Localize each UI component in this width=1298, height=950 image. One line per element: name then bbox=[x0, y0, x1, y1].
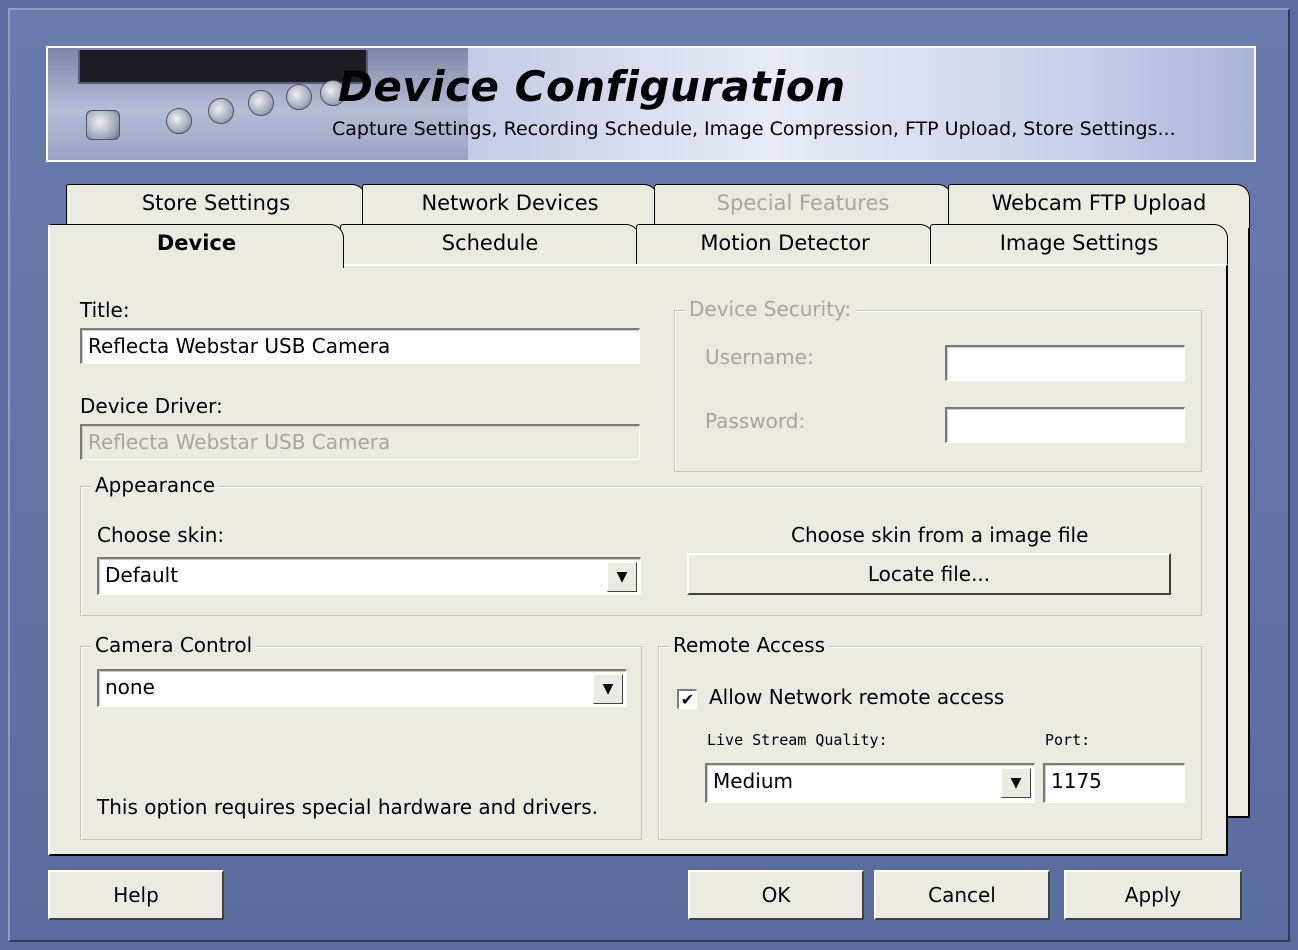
help-button[interactable]: Help bbox=[48, 870, 224, 920]
title-label: Title: bbox=[80, 298, 130, 322]
tool-icon bbox=[286, 84, 312, 110]
camera-control-value: none bbox=[105, 675, 155, 699]
tool-icon bbox=[166, 108, 192, 134]
tab-motion-detector[interactable]: Motion Detector bbox=[636, 224, 934, 266]
allow-remote-access-checkbox[interactable]: ✔ bbox=[677, 689, 697, 709]
live-stream-quality-select[interactable]: Medium ▼ bbox=[705, 763, 1035, 803]
cancel-button[interactable]: Cancel bbox=[874, 870, 1050, 920]
tab-schedule[interactable]: Schedule bbox=[340, 224, 640, 266]
chevron-down-icon[interactable]: ▼ bbox=[607, 562, 637, 592]
username-input[interactable] bbox=[945, 345, 1185, 381]
locate-file-button[interactable]: Locate file... bbox=[687, 553, 1171, 595]
camera-control-label: Camera Control bbox=[91, 633, 257, 657]
chevron-down-icon[interactable]: ▼ bbox=[593, 674, 623, 704]
tool-icon bbox=[248, 90, 274, 116]
preview-screen bbox=[78, 50, 368, 84]
camera-control-group: Camera Control none ▼ This option requir… bbox=[80, 633, 642, 840]
tab-special-features: Special Features bbox=[654, 184, 952, 228]
camera-icon bbox=[86, 110, 120, 140]
tab-network-devices[interactable]: Network Devices bbox=[362, 184, 658, 228]
password-input[interactable] bbox=[945, 407, 1185, 443]
tab-device[interactable]: Device bbox=[48, 224, 344, 268]
page-subtitle: Capture Settings, Recording Schedule, Im… bbox=[332, 118, 1176, 140]
tab-image-settings[interactable]: Image Settings bbox=[930, 224, 1228, 266]
username-label: Username: bbox=[705, 345, 814, 369]
choose-skin-file-label: Choose skin from a image file bbox=[791, 523, 1089, 547]
choose-skin-label: Choose skin: bbox=[97, 523, 225, 547]
password-label: Password: bbox=[705, 409, 806, 433]
live-stream-quality-value: Medium bbox=[713, 769, 793, 793]
remote-access-group: Remote Access ✔ Allow Network remote acc… bbox=[658, 633, 1202, 840]
appearance-group: Appearance Choose skin: Default ▼ Choose… bbox=[80, 473, 1202, 616]
tool-icon bbox=[208, 98, 234, 124]
device-driver-label: Device Driver: bbox=[80, 394, 223, 418]
title-input[interactable]: Reflecta Webstar USB Camera bbox=[80, 328, 640, 364]
chevron-down-icon[interactable]: ▼ bbox=[1001, 768, 1031, 798]
camera-control-select[interactable]: none ▼ bbox=[97, 669, 627, 707]
device-security-group: Device Security: Username: Password: bbox=[674, 297, 1202, 472]
skin-select-value: Default bbox=[105, 563, 179, 587]
header-banner: Device Configuration Capture Settings, R… bbox=[46, 46, 1256, 162]
live-stream-quality-label: Live Stream Quality: bbox=[707, 731, 888, 749]
skin-select[interactable]: Default ▼ bbox=[97, 557, 641, 595]
appearance-label: Appearance bbox=[91, 473, 220, 497]
device-driver-field: Reflecta Webstar USB Camera bbox=[80, 424, 640, 460]
camera-control-note: This option requires special hardware an… bbox=[97, 795, 599, 819]
device-tab-panel: Title: Reflecta Webstar USB Camera Devic… bbox=[48, 264, 1228, 856]
page-title: Device Configuration bbox=[338, 62, 846, 111]
ok-button[interactable]: OK bbox=[688, 870, 864, 920]
tab-webcam-ftp-upload[interactable]: Webcam FTP Upload bbox=[948, 184, 1250, 228]
tab-store-settings[interactable]: Store Settings bbox=[66, 184, 366, 228]
remote-access-label: Remote Access bbox=[669, 633, 829, 657]
device-security-label: Device Security: bbox=[685, 297, 856, 321]
apply-button[interactable]: Apply bbox=[1064, 870, 1242, 920]
allow-remote-access-label[interactable]: Allow Network remote access bbox=[709, 685, 1004, 709]
port-label: Port: bbox=[1045, 731, 1091, 749]
port-input[interactable]: 1175 bbox=[1043, 763, 1185, 803]
